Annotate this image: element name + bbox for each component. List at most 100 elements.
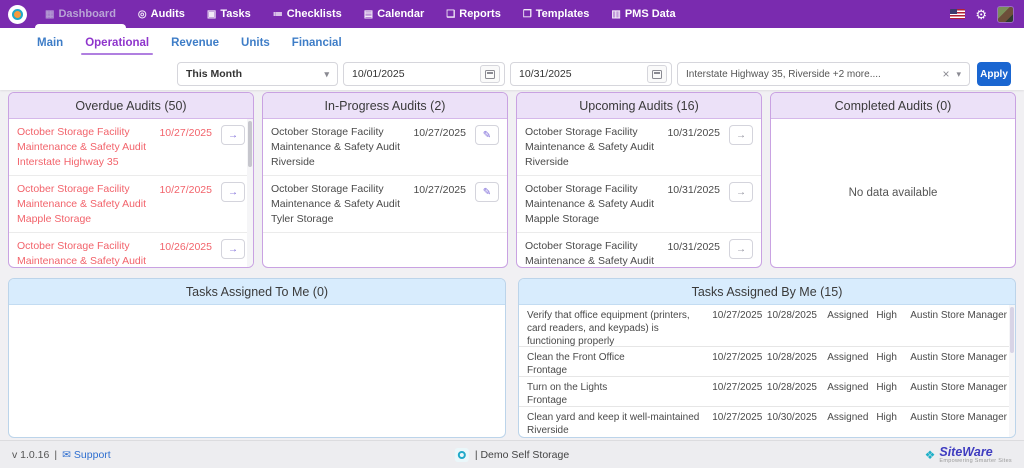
apply-button[interactable]: Apply: [977, 62, 1011, 86]
facility-multiselect[interactable]: Interstate Highway 35, Riverside +2 more…: [677, 62, 970, 86]
task-status: Assigned: [827, 351, 876, 372]
user-avatar[interactable]: [997, 6, 1014, 23]
task-name: Verify that office equipment (printers, …: [527, 309, 706, 347]
audit-date: 10/31/2025: [667, 184, 720, 196]
audit-title: October Storage Facility Maintenance & S…: [17, 239, 153, 267]
app-logo-icon[interactable]: [8, 5, 27, 24]
nav-item-reports[interactable]: ❏ Reports: [446, 0, 501, 28]
tasks-assigned-to-me-card: Tasks Assigned To Me (0): [8, 278, 506, 438]
dashboard-icon: ▦: [45, 9, 54, 20]
overdue-audits-list: October Storage Facility Maintenance & S…: [9, 119, 253, 267]
end-date-input[interactable]: [511, 68, 647, 80]
task-start-date: 10/27/2025: [712, 381, 767, 402]
start-date-input[interactable]: [344, 68, 480, 80]
tab-revenue[interactable]: Revenue: [171, 37, 219, 55]
tab-main[interactable]: Main: [37, 37, 63, 55]
end-date-field: [510, 62, 672, 86]
filter-bar: This Month ▾ Interstate Highway 35, Rive…: [177, 62, 1011, 86]
open-audit-button[interactable]: →: [221, 125, 245, 145]
main-nav: ▦ Dashboard ◎ Audits ▣ Tasks ≔ Checklist…: [45, 0, 676, 28]
start-date-calendar-button[interactable]: [480, 65, 500, 83]
open-audit-button[interactable]: →: [221, 182, 245, 202]
mail-icon: ✉: [62, 449, 71, 461]
scrollbar-thumb[interactable]: [248, 121, 252, 167]
scrollbar-thumb[interactable]: [1010, 307, 1014, 353]
nav-item-calendar[interactable]: ▤ Calendar: [364, 0, 425, 28]
facility-multiselect-value: Interstate Highway 35, Riverside +2 more…: [686, 69, 936, 80]
pencil-icon: ✎: [483, 187, 491, 198]
task-row: Clean the Front Office Frontage 10/27/20…: [519, 347, 1015, 377]
task-name: Clean the Front Office: [527, 351, 706, 364]
calendar-picker-icon: [485, 70, 495, 79]
in-progress-audits-card: In-Progress Audits (2) October Storage F…: [262, 92, 508, 268]
date-range-select[interactable]: This Month ▾: [177, 62, 338, 86]
gear-icon[interactable]: ⚙: [975, 8, 987, 21]
checklists-icon: ≔: [273, 9, 283, 20]
tab-operational[interactable]: Operational: [85, 37, 149, 55]
task-owner: Austin Store Manager: [910, 411, 1007, 433]
edit-audit-button[interactable]: ✎: [475, 182, 499, 202]
task-owner: Austin Store Manager: [910, 381, 1007, 402]
task-status: Assigned: [827, 381, 876, 402]
upcoming-audits-title: Upcoming Audits (16): [517, 93, 761, 119]
task-priority: High: [876, 309, 910, 342]
nav-item-templates[interactable]: ❐ Templates: [523, 0, 590, 28]
subheader: Main Operational Revenue Units Financial…: [0, 28, 1024, 90]
audit-date: 10/27/2025: [413, 127, 466, 139]
reports-icon: ❏: [446, 9, 455, 20]
scrollbar[interactable]: [247, 119, 253, 267]
audit-title: October Storage Facility Maintenance & S…: [525, 182, 661, 212]
in-progress-audits-list: October Storage Facility Maintenance & S…: [263, 119, 507, 267]
in-progress-audits-title: In-Progress Audits (2): [263, 93, 507, 119]
tab-units[interactable]: Units: [241, 37, 270, 55]
audit-item: October Storage Facility Maintenance & S…: [263, 119, 507, 176]
tab-financial[interactable]: Financial: [292, 37, 342, 55]
edit-audit-button[interactable]: ✎: [475, 125, 499, 145]
upcoming-audits-card: Upcoming Audits (16) October Storage Fac…: [516, 92, 762, 268]
nav-item-dashboard[interactable]: ▦ Dashboard: [45, 0, 116, 28]
task-location: Frontage: [527, 364, 706, 377]
audit-item: October Storage Facility Maintenance & S…: [9, 176, 253, 233]
navbar-right: ⚙: [950, 6, 1014, 23]
top-navbar: ▦ Dashboard ◎ Audits ▣ Tasks ≔ Checklist…: [0, 0, 1024, 28]
calendar-picker-icon: [652, 70, 662, 79]
arrow-right-icon: →: [736, 130, 746, 141]
end-date-calendar-button[interactable]: [647, 65, 667, 83]
task-row: Clean yard and keep it well-maintained R…: [519, 407, 1015, 437]
scrollbar[interactable]: [1009, 305, 1015, 437]
templates-icon: ❐: [523, 9, 532, 20]
open-audit-button[interactable]: →: [221, 239, 245, 259]
brand-logo[interactable]: ❖ SiteWare Empowering Smarter Sites: [925, 446, 1012, 464]
task-due-date: 10/28/2025: [767, 351, 827, 372]
language-flag-icon[interactable]: [950, 9, 965, 19]
audit-item: October Storage Facility Maintenance & S…: [9, 119, 253, 176]
nav-item-tasks[interactable]: ▣ Tasks: [207, 0, 251, 28]
task-priority: High: [876, 381, 910, 402]
audit-item: October Storage Facility Maintenance & S…: [9, 233, 253, 267]
audit-title: October Storage Facility Maintenance & S…: [271, 182, 407, 212]
task-due-date: 10/28/2025: [767, 309, 827, 342]
footer: v 1.0.16 | ✉ Support | Demo Self Storage…: [0, 440, 1024, 468]
tasks-to-me-body: [9, 305, 505, 437]
nav-item-pms-data[interactable]: ▥ PMS Data: [611, 0, 675, 28]
audit-title: October Storage Facility Maintenance & S…: [525, 239, 661, 267]
support-link[interactable]: ✉ Support: [62, 449, 111, 461]
audit-date: 10/31/2025: [667, 241, 720, 253]
nav-item-checklists[interactable]: ≔ Checklists: [273, 0, 342, 28]
audit-item: October Storage Facility Maintenance & S…: [517, 233, 761, 267]
task-due-date: 10/30/2025: [767, 411, 827, 433]
dashboard-tabs: Main Operational Revenue Units Financial: [0, 28, 1024, 55]
nav-item-audits[interactable]: ◎ Audits: [138, 0, 185, 28]
audit-facility: Mapple Storage: [17, 212, 153, 227]
open-audit-button[interactable]: →: [729, 182, 753, 202]
clear-icon[interactable]: ×: [942, 67, 949, 81]
open-audit-button[interactable]: →: [729, 239, 753, 259]
audit-item: October Storage Facility Maintenance & S…: [517, 119, 761, 176]
audit-facility: Interstate Highway 35: [17, 155, 153, 170]
upcoming-audits-list: October Storage Facility Maintenance & S…: [517, 119, 761, 267]
tasks-to-me-title: Tasks Assigned To Me (0): [9, 279, 505, 305]
open-audit-button[interactable]: →: [729, 125, 753, 145]
task-location: Riverside: [527, 424, 706, 437]
completed-audits-title: Completed Audits (0): [771, 93, 1015, 119]
nav-label-checklists: Checklists: [287, 8, 342, 20]
